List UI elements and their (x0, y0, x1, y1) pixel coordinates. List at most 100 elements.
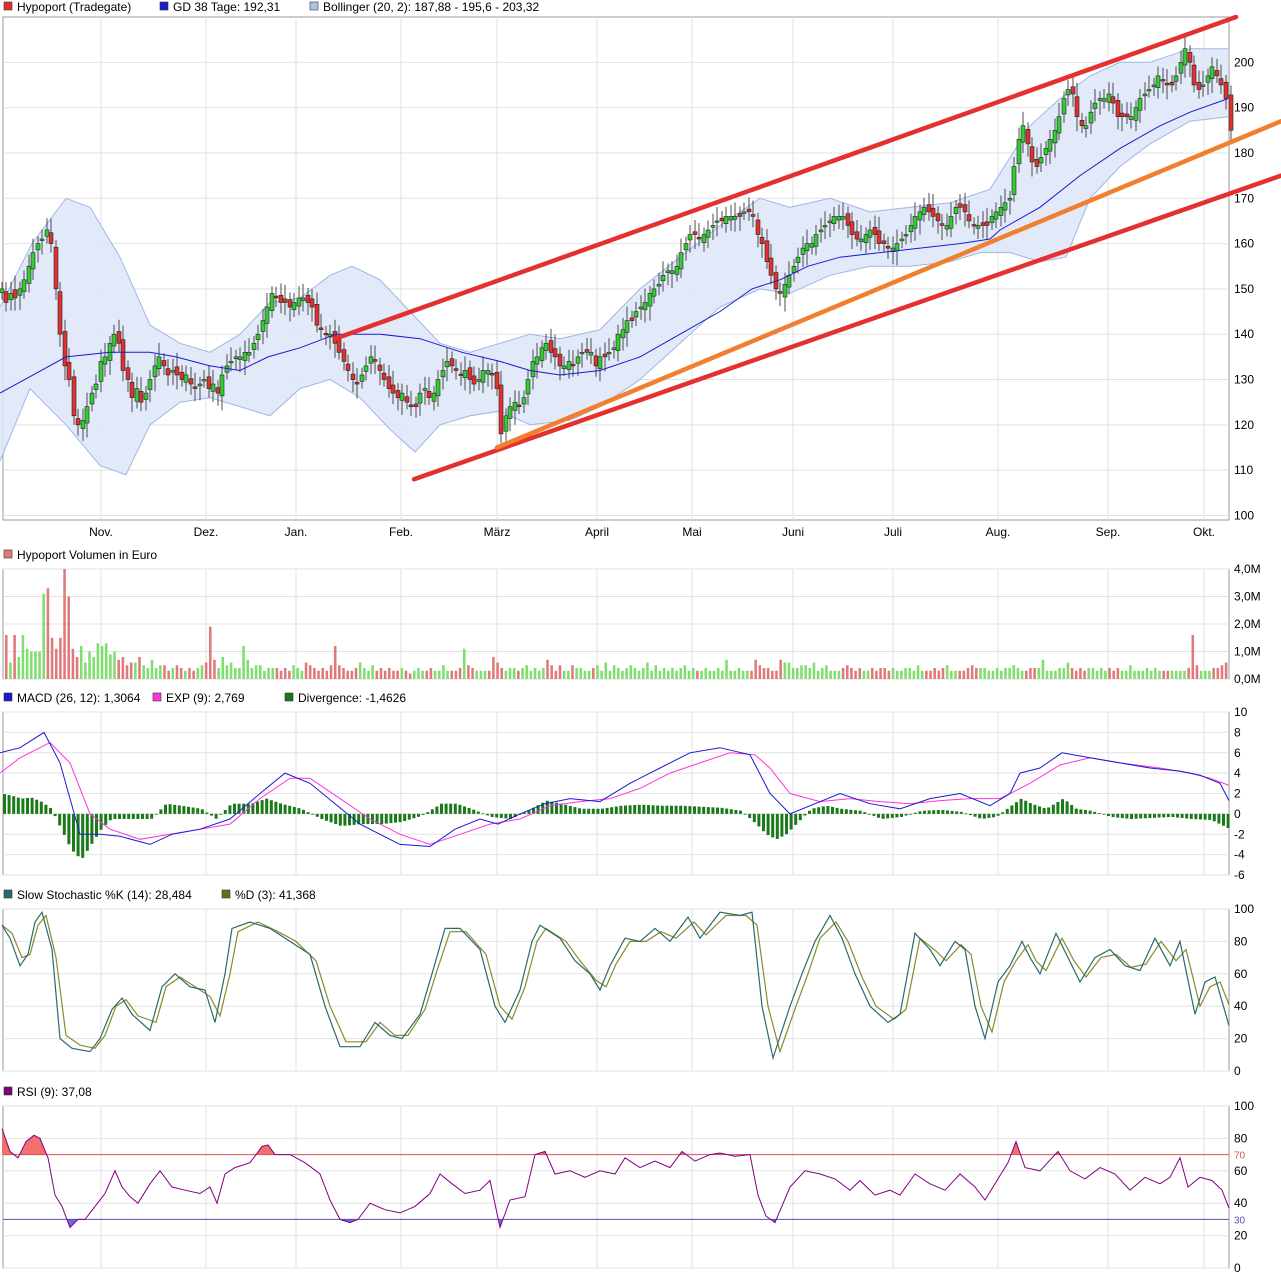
legend-label: RSI (9): 37,08 (17, 1085, 92, 1099)
divergence-bar (564, 804, 568, 814)
month-tick-label: Mai (682, 525, 701, 539)
candle-body (521, 397, 527, 405)
volume-bar (837, 670, 841, 679)
volume-bar (200, 665, 204, 679)
volume-bar (179, 668, 183, 679)
candle-body (804, 243, 810, 252)
divergence-bar (476, 811, 480, 814)
candle-body (197, 383, 203, 387)
divergence-bar (821, 806, 825, 814)
candle-body (57, 291, 63, 335)
volume-bar (192, 670, 195, 679)
divergence-bar (950, 810, 954, 814)
month-tick-label: Aug. (986, 525, 1011, 539)
divergence-bar (582, 808, 586, 814)
volume-bar (933, 668, 936, 679)
candle-body (858, 238, 864, 243)
volume-bar (929, 670, 932, 679)
volume-bar (604, 662, 608, 679)
divergence-bar (743, 813, 747, 815)
rsi-y-tick-label: 80 (1234, 1131, 1248, 1145)
volume-bar (800, 665, 803, 679)
volume-bar (1220, 665, 1224, 679)
volume-y-tick-label: 0,0M (1234, 672, 1261, 686)
volume-bar (167, 670, 170, 679)
candle-body (480, 370, 486, 383)
candle-body (0, 288, 5, 293)
price-y-tick-label: 140 (1234, 327, 1254, 341)
divergence-bar (1116, 813, 1120, 818)
divergence-bar (660, 805, 664, 814)
divergence-bar (1079, 809, 1083, 814)
candle-body (633, 311, 639, 318)
divergence-bar (987, 813, 991, 818)
candle-body (1074, 96, 1080, 117)
candle-body (1218, 78, 1224, 86)
volume-bar (1108, 668, 1111, 679)
divergence-bar (729, 809, 733, 814)
volume-bar (1158, 670, 1161, 679)
volume-bar (1224, 662, 1228, 679)
divergence-bar (228, 805, 232, 814)
divergence-bar (16, 797, 20, 814)
divergence-bar (1185, 813, 1189, 819)
candle-body (251, 342, 257, 350)
candle-body (588, 352, 594, 356)
volume-bar (250, 668, 254, 679)
volume-bar (433, 670, 437, 679)
volume-bar (691, 668, 695, 679)
divergence-bar (1005, 808, 1009, 814)
divergence-bar (1217, 813, 1221, 824)
volume-bar (879, 668, 882, 679)
volume-bar (1041, 659, 1045, 679)
volume-bar (263, 670, 266, 679)
divergence-bar (831, 806, 834, 814)
divergence-bar (1166, 813, 1170, 818)
divergence-bar (936, 809, 940, 814)
volume-bar (887, 670, 891, 679)
volume-bar (42, 593, 46, 679)
divergence-bar (7, 795, 11, 814)
volume-bar (937, 670, 941, 679)
volume-y-tick-label: 3,0M (1234, 590, 1261, 604)
price-y-tick-label: 120 (1234, 418, 1254, 432)
volume-bar (1179, 670, 1182, 679)
candle-body (903, 234, 909, 237)
divergence-bar (1047, 807, 1051, 814)
candle-body (1101, 98, 1107, 102)
candle-body (984, 221, 990, 226)
candle-body (557, 353, 563, 367)
candle-body (935, 213, 941, 222)
price-x-ticks: Nov. Dez. Jan. Feb. März April Mai Juni Juli Aug.… (89, 525, 1215, 539)
candle-body (449, 358, 455, 367)
divergence-bar (955, 811, 959, 814)
divergence-bar (205, 812, 209, 814)
candle-body (188, 378, 194, 385)
price-panel: 100 110 120 130 140 150 160 170 180 190 200 Nov. De… (0, 0, 1281, 539)
divergence-bar (1028, 803, 1032, 814)
volume-bar (458, 668, 462, 679)
price-y-tick-label: 100 (1234, 508, 1254, 522)
volume-bar (184, 670, 187, 679)
divergence-bar (463, 806, 466, 814)
candle-body (957, 203, 963, 208)
candle-body (341, 349, 347, 362)
volume-bar (13, 635, 16, 679)
legend-swatch (221, 889, 231, 899)
volume-bar (213, 659, 216, 679)
divergence-bar (1019, 798, 1023, 814)
volume-bar (75, 657, 79, 679)
volume-bar (925, 670, 928, 679)
volume-bar (221, 657, 225, 679)
volume-bar (662, 668, 666, 679)
candle-body (1002, 202, 1008, 211)
divergence-bar (1033, 804, 1037, 814)
volume-bar (400, 668, 404, 679)
volume-bar (1133, 670, 1136, 679)
divergence-bar (573, 807, 577, 814)
volume-bar (1191, 635, 1195, 679)
volume-bar (204, 662, 208, 679)
candle-body (552, 348, 558, 358)
volume-bar (979, 668, 982, 679)
candle-body (147, 379, 153, 390)
